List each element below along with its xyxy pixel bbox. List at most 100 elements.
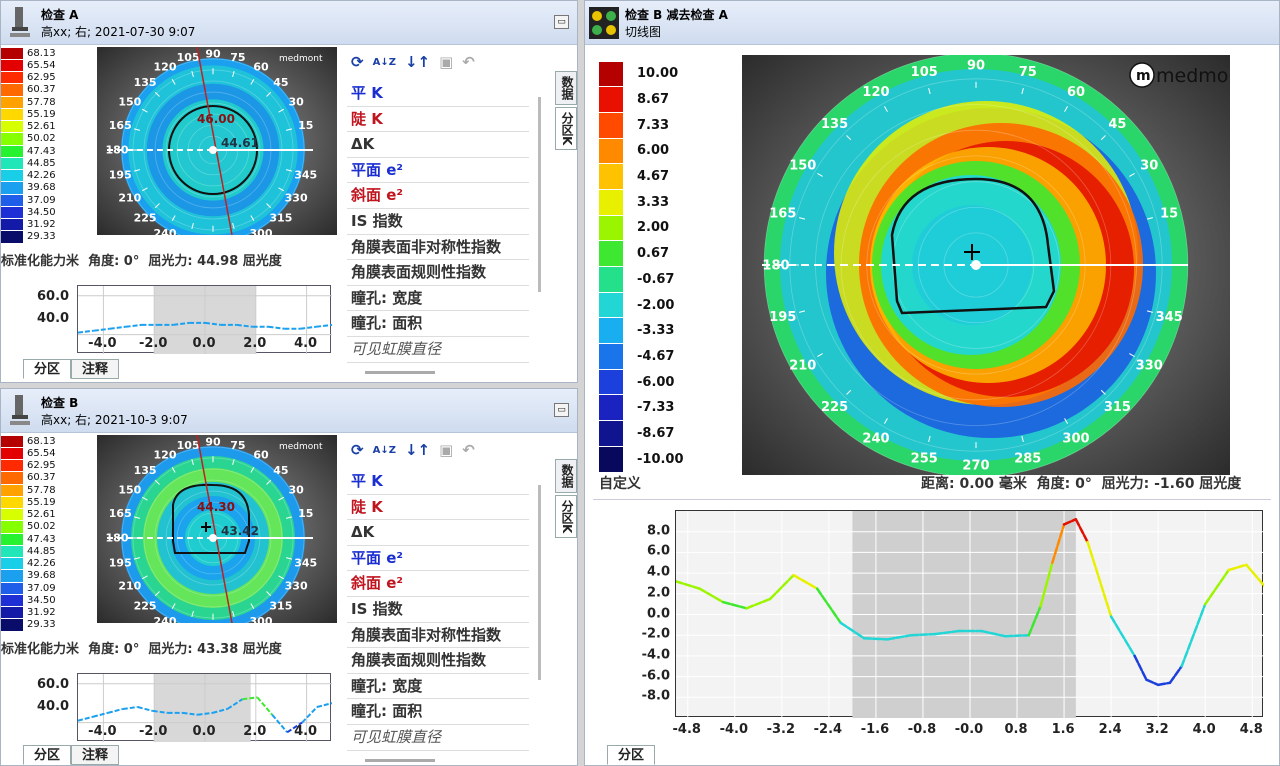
tab-zones[interactable]: 分区 bbox=[23, 745, 72, 765]
difference-map[interactable]: 105 90 75 120 60 135 45 150 30 165 15 180 195 345 210 3… bbox=[742, 55, 1230, 475]
difference-header: 检查 B 减去检查 A 切线图 bbox=[585, 1, 1279, 45]
asym-index-row[interactable]: 角膜表面非对称性指数 bbox=[347, 235, 529, 261]
tab-zones[interactable]: 分区 bbox=[607, 745, 656, 765]
undo-icon[interactable]: ↶ bbox=[462, 441, 475, 459]
profile-segment bbox=[316, 323, 333, 328]
refresh-icon[interactable]: ⟳ bbox=[351, 441, 364, 459]
undo-icon[interactable]: ↶ bbox=[462, 53, 475, 71]
legend-swatch bbox=[1, 108, 23, 120]
reg-index-row[interactable]: 角膜表面规则性指数 bbox=[347, 648, 529, 674]
profile-segment bbox=[1203, 568, 1230, 606]
center-marker bbox=[209, 534, 217, 542]
save-icon[interactable]: ▣ bbox=[439, 441, 453, 459]
angle-label: 45 bbox=[273, 76, 288, 89]
reg-index-row[interactable]: 角膜表面规则性指数 bbox=[347, 260, 529, 286]
asym-index-row[interactable]: 角膜表面非对称性指数 bbox=[347, 623, 529, 649]
exam-b-title: 检查 B bbox=[41, 396, 79, 410]
exam-b-ylabel-top: 60.0 bbox=[37, 677, 70, 692]
maximize-button[interactable]: ▭ bbox=[554, 15, 569, 29]
list-hscrollbar[interactable] bbox=[365, 371, 435, 374]
tab-notes[interactable]: 注释 bbox=[71, 359, 120, 379]
flat-e-row[interactable]: 平面 e² bbox=[347, 158, 529, 184]
pupil-width-row[interactable]: 瞳孔: 宽度 bbox=[347, 286, 529, 312]
delta-k-row[interactable]: ΔK bbox=[347, 520, 529, 546]
angle-label: 225 bbox=[134, 600, 157, 613]
profile-segment bbox=[109, 325, 126, 330]
maximize-button[interactable]: ▭ bbox=[554, 403, 569, 417]
is-index-row[interactable]: IS 指数 bbox=[347, 209, 529, 235]
steep-e-row[interactable]: 斜面 e² bbox=[347, 571, 529, 597]
angle-label: 240 bbox=[154, 227, 177, 235]
legend-swatch bbox=[599, 61, 623, 87]
angle-label: 345 bbox=[294, 557, 317, 570]
delta-k-row[interactable]: ΔK bbox=[347, 132, 529, 158]
steep-e-row[interactable]: 斜面 e² bbox=[347, 183, 529, 209]
steep-k-row[interactable]: 陡 K bbox=[347, 495, 529, 521]
list-scrollbar[interactable] bbox=[538, 485, 541, 680]
legend-swatch bbox=[1, 607, 23, 619]
exam-a-map[interactable]: 105 90 75 120 60 135 45 150 30 165 15 180 195 345 210 3… bbox=[97, 47, 337, 235]
flat-k-row[interactable]: 平 K bbox=[347, 81, 529, 107]
list-scrollbar[interactable] bbox=[538, 97, 541, 292]
angle-label: 210 bbox=[118, 580, 141, 593]
steep-k-row[interactable]: 陡 K bbox=[347, 107, 529, 133]
legend-value: 52.61 bbox=[27, 121, 56, 133]
flat-k-row[interactable]: 平 K bbox=[347, 469, 529, 495]
tab-data[interactable]: 数据 bbox=[555, 459, 577, 493]
difference-profile-chart bbox=[674, 510, 1266, 718]
tab-zones[interactable]: 分区 bbox=[23, 359, 72, 379]
legend-swatch bbox=[1, 219, 23, 231]
is-index-row[interactable]: IS 指数 bbox=[347, 597, 529, 623]
abs-legend-row: 50.02 bbox=[1, 521, 93, 533]
abs-legend-row: 29.33 bbox=[1, 231, 93, 243]
flat-e-row[interactable]: 平面 e² bbox=[347, 546, 529, 572]
difference-bottom-tabs: 分区 bbox=[607, 745, 656, 765]
list-hscrollbar[interactable] bbox=[365, 759, 435, 762]
angle-label: 315 bbox=[269, 600, 292, 613]
tab-zone-k[interactable]: 分区K bbox=[555, 107, 577, 151]
abs-legend-row: 44.85 bbox=[1, 545, 93, 557]
profile-segment bbox=[316, 702, 333, 708]
legend-value: 3.33 bbox=[637, 194, 670, 210]
exam-b-data-list: 平 K 陡 K ΔK 平面 e² 斜面 e² IS 指数 角膜表面非对称性指数 … bbox=[347, 469, 529, 751]
profile-segment bbox=[122, 706, 138, 710]
refresh-icon[interactable]: ⟳ bbox=[351, 53, 364, 71]
sort-icon[interactable]: ↓↑ bbox=[405, 53, 430, 71]
angle-label: 240 bbox=[862, 432, 889, 447]
profile-segment bbox=[77, 715, 94, 722]
sort-icon[interactable]: ↓↑ bbox=[405, 441, 430, 459]
legend-value: -10.00 bbox=[637, 451, 684, 467]
diff-legend-row: -6.00 bbox=[599, 369, 699, 395]
exam-a-side-tabs: 数据 分区K bbox=[555, 71, 577, 152]
diff-legend-row: 7.33 bbox=[599, 112, 699, 138]
exam-b-map[interactable]: 105 90 75 120 60 135 45 150 30 165 15 180 195 345 210 3… bbox=[97, 435, 337, 623]
visible-iris-row[interactable]: 可见虹膜直径 bbox=[347, 725, 529, 751]
legend-swatch bbox=[599, 241, 623, 266]
center-marker bbox=[971, 260, 981, 270]
tab-zone-k[interactable]: 分区K bbox=[555, 495, 577, 539]
pupil-area-row[interactable]: 瞳孔: 面积 bbox=[347, 699, 529, 725]
exam-a-bottom-tabs: 分区 注释 bbox=[23, 359, 120, 379]
exam-a-xticks: -4.0 -2.0 0.0 2.0 4.0 bbox=[77, 336, 331, 352]
abs-legend-row: 42.26 bbox=[1, 170, 93, 182]
save-icon[interactable]: ▣ bbox=[439, 53, 453, 71]
legend-value: 62.95 bbox=[27, 72, 56, 84]
angle-label: 315 bbox=[1104, 400, 1131, 415]
legend-value: 42.26 bbox=[27, 170, 56, 182]
pupil-area-row[interactable]: 瞳孔: 面积 bbox=[347, 311, 529, 337]
abs-legend-row: 34.50 bbox=[1, 206, 93, 218]
exam-b-header: 检查 B 高xx; 右; 2021-10-3 9:07 ▭ bbox=[1, 389, 577, 433]
angle-label: 15 bbox=[298, 119, 313, 132]
tab-notes[interactable]: 注释 bbox=[71, 745, 120, 765]
pupil-width-row[interactable]: 瞳孔: 宽度 bbox=[347, 674, 529, 700]
sort-az-icon[interactable]: A↓Z bbox=[373, 57, 396, 68]
legend-value: 47.43 bbox=[27, 145, 56, 157]
visible-iris-row[interactable]: 可见虹膜直径 bbox=[347, 337, 529, 363]
legend-swatch bbox=[1, 96, 23, 108]
tab-data[interactable]: 数据 bbox=[555, 71, 577, 105]
sort-az-icon[interactable]: A↓Z bbox=[373, 445, 396, 456]
angle-readout: 角度: 0° bbox=[88, 254, 140, 269]
abs-legend-row: 37.09 bbox=[1, 582, 93, 594]
legend-value: -4.67 bbox=[637, 348, 675, 364]
power-readout: 屈光力: -1.60 屈光度 bbox=[1101, 476, 1242, 492]
